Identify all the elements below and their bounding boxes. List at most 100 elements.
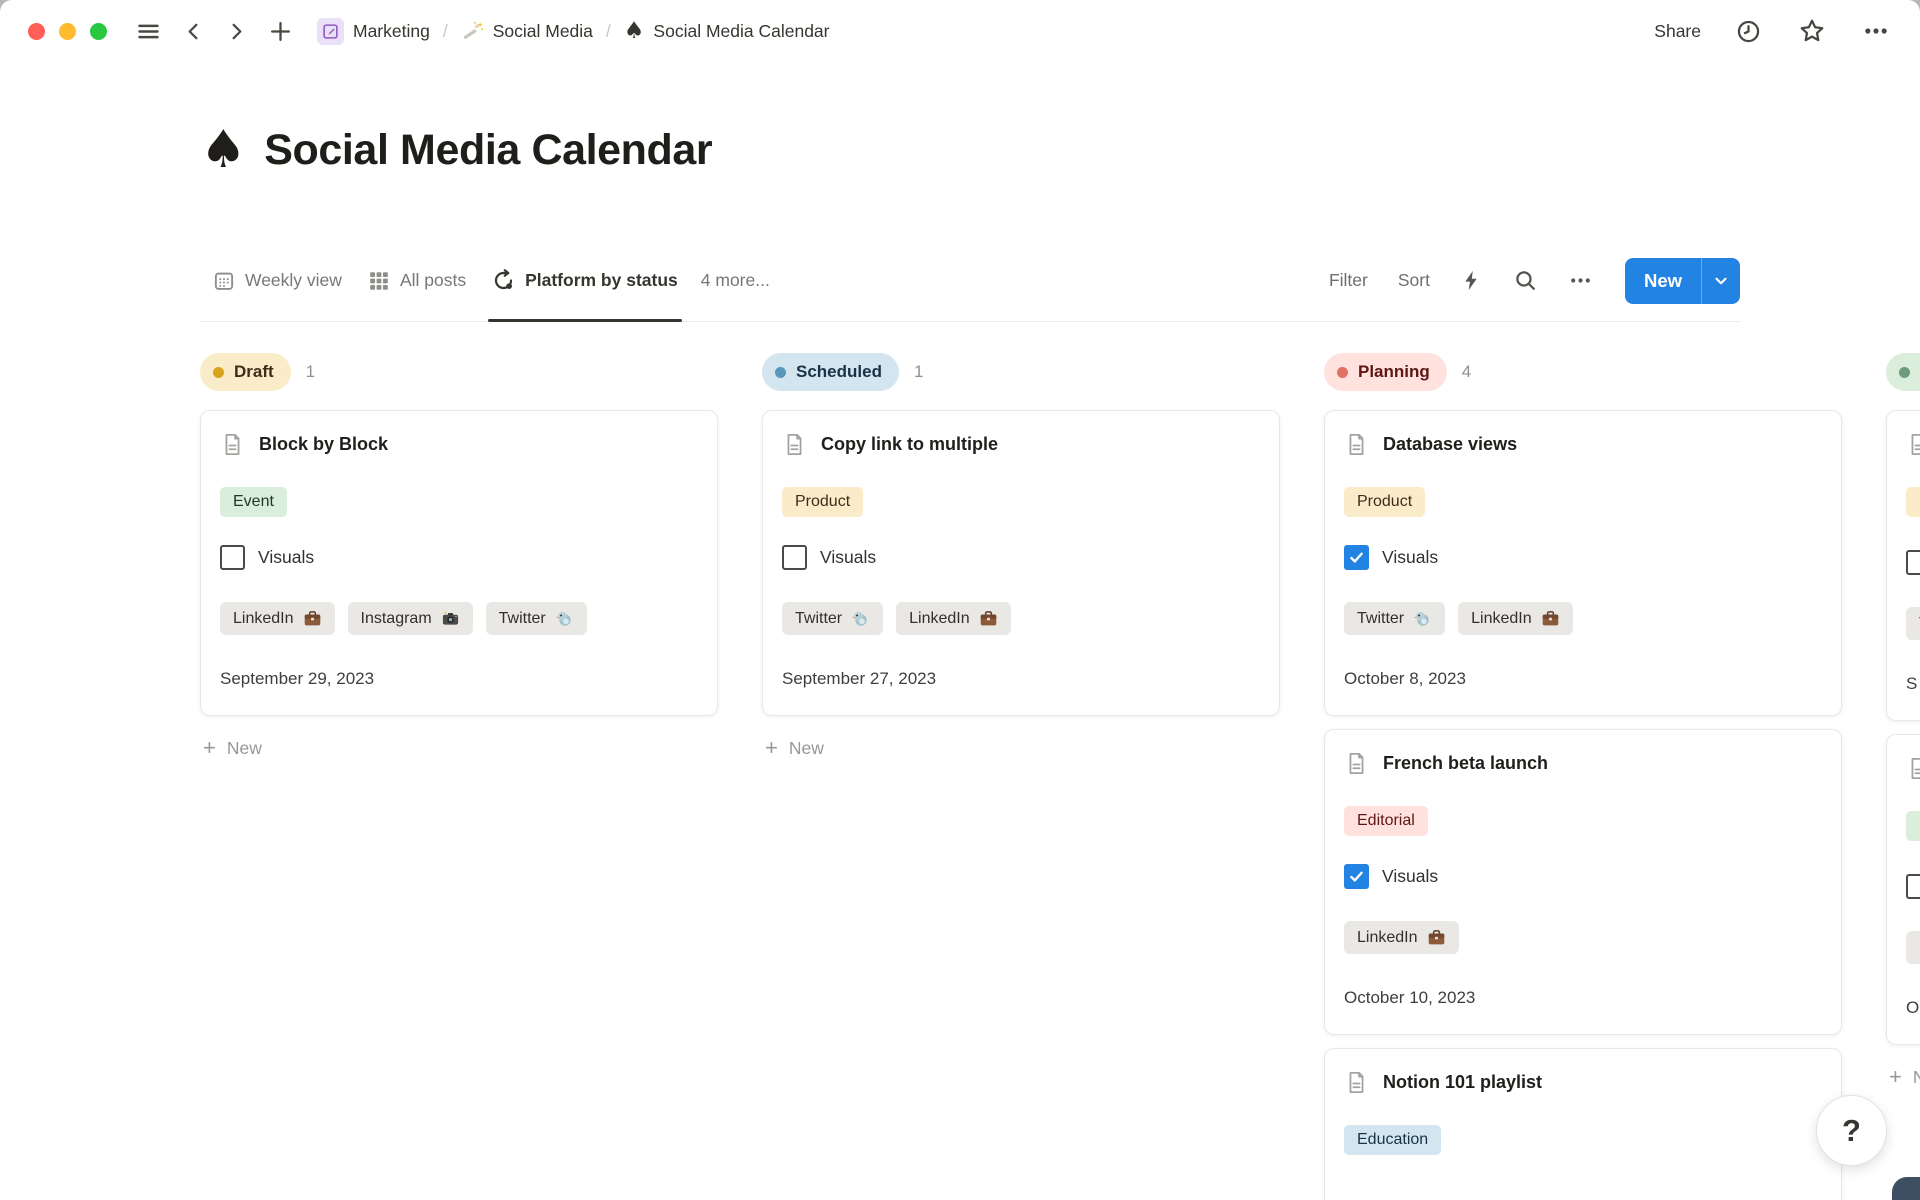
card-untitled[interactable]: TS [1886, 410, 1920, 721]
new-page-button[interactable] [266, 17, 295, 46]
column-count: 1 [306, 362, 315, 382]
plus-icon: + [203, 737, 216, 759]
briefcase-icon [1427, 928, 1446, 947]
updates-button[interactable] [1733, 16, 1764, 47]
category-tag: Product [1344, 487, 1425, 517]
briefcase-icon [303, 609, 322, 628]
tab-label: Weekly view [245, 270, 342, 291]
visuals-property [1906, 874, 1920, 899]
category-tag: Education [1344, 1125, 1441, 1155]
status-badge[interactable]: Planning [1324, 353, 1447, 391]
views-row: Weekly view All posts Platform by status… [200, 240, 1740, 322]
card-french-beta-launch[interactable]: French beta launchEditorialVisualsLinked… [1324, 729, 1842, 1035]
breadcrumb-item-marketing[interactable]: Marketing [317, 18, 430, 45]
page-options-button[interactable] [1860, 15, 1892, 47]
forward-button[interactable] [223, 18, 250, 45]
card-copy-link-to-multiple[interactable]: Copy link to multiple Product Visuals Twitt… [762, 410, 1280, 716]
minimize-window-button[interactable] [59, 23, 76, 40]
breadcrumb-label: Social Media [493, 21, 593, 42]
tab-all-posts[interactable]: All posts [355, 240, 479, 321]
breadcrumb-separator: / [603, 21, 614, 42]
checkbox-unchecked[interactable] [220, 545, 245, 570]
column-header: Scheduled 1 [762, 353, 1280, 391]
column-count: 1 [914, 362, 923, 382]
view-options-button[interactable] [1568, 268, 1593, 293]
search-button[interactable] [1513, 268, 1538, 293]
status-badge[interactable]: Draft [200, 353, 291, 391]
close-window-button[interactable] [28, 23, 45, 40]
more-views-button[interactable]: 4 more... [701, 270, 770, 291]
page-doc-icon [782, 432, 807, 457]
checkbox-unchecked[interactable] [782, 545, 807, 570]
platform-tag-t: T [1906, 607, 1920, 640]
view-tabs: Weekly view All posts Platform by status [200, 240, 691, 321]
status-dot-icon [775, 367, 786, 378]
bird-icon [555, 609, 574, 628]
card-database-views[interactable]: Database views Product Visuals Twitter Linke… [1324, 410, 1842, 716]
add-card-button[interactable]: +New [762, 729, 1280, 767]
bird-icon [1413, 609, 1432, 628]
favorite-button[interactable] [1796, 15, 1828, 47]
platform-tag-twitter: Twitter [1344, 602, 1445, 635]
new-options-button[interactable] [1702, 258, 1740, 304]
checkbox-checked[interactable] [1344, 864, 1369, 889]
help-button[interactable]: ? [1816, 1095, 1887, 1166]
card-title: Database views [1344, 431, 1822, 457]
chevron-down-icon [1712, 272, 1730, 290]
card-title-text: Database views [1383, 434, 1517, 455]
card-title: Notion 101 playlist [1344, 1069, 1822, 1095]
share-button[interactable]: Share [1654, 21, 1701, 42]
spade-icon: ♠ [624, 20, 645, 43]
page-title[interactable]: ♠ Social Media Calendar [200, 118, 1740, 182]
category-tag: Product [782, 487, 863, 517]
automations-button[interactable] [1460, 269, 1483, 292]
visuals-property: Visuals [1344, 545, 1822, 570]
category-tag: Event [220, 487, 287, 517]
zoom-window-button[interactable] [90, 23, 107, 40]
add-card-button[interactable]: +New [200, 729, 718, 767]
platform-label: LinkedIn [1471, 610, 1532, 628]
checkbox-label: Visuals [820, 547, 876, 568]
sort-button[interactable]: Sort [1398, 270, 1430, 291]
page-doc-icon [220, 432, 245, 457]
checkbox-unchecked[interactable] [1906, 550, 1920, 575]
checkbox-checked[interactable] [1344, 545, 1369, 570]
add-card-button[interactable]: +New [1886, 1058, 1920, 1096]
chevron-right-icon [225, 20, 248, 43]
platform-tag-unknown [1906, 931, 1920, 964]
column-header: Planning4 [1324, 353, 1842, 391]
platform-tags: LinkedIn [1344, 921, 1822, 954]
breadcrumb-item-social-media-calendar[interactable]: ♠ Social Media Calendar [624, 20, 830, 43]
checkbox-unchecked[interactable] [1906, 874, 1920, 899]
tab-platform-by-status[interactable]: Platform by status [479, 240, 691, 321]
board-column-4: TSO +New [1886, 353, 1920, 1096]
filter-button[interactable]: Filter [1329, 270, 1368, 291]
camera-icon [441, 609, 460, 628]
back-button[interactable] [180, 18, 207, 45]
card-title [1906, 755, 1920, 781]
visuals-property [1906, 550, 1920, 575]
column-header: Draft 1 [200, 353, 718, 391]
card-title: French beta launch [1344, 750, 1822, 776]
status-badge[interactable]: Scheduled [762, 353, 899, 391]
tab-weekly-view[interactable]: Weekly view [200, 240, 355, 321]
date-property: October 10, 2023 [1344, 988, 1822, 1008]
calendar-icon [213, 270, 235, 292]
platform-label: LinkedIn [1357, 929, 1418, 947]
sidebar-menu-button[interactable] [133, 16, 164, 47]
spade-page-icon[interactable]: ♠ [200, 124, 246, 176]
card-notion-101-playlist[interactable]: Notion 101 playlist Education [1324, 1048, 1842, 1200]
card-title: Copy link to multiple [782, 431, 1260, 457]
category-tag [1906, 811, 1920, 841]
board-column-scheduled: Scheduled 1 Copy link to multiple Product Vi… [762, 353, 1280, 767]
platform-tags: TwitterLinkedIn [782, 602, 1260, 635]
traffic-lights [28, 23, 107, 40]
tab-label: Platform by status [525, 270, 678, 291]
template-icon [317, 18, 344, 45]
card-untitled[interactable]: O [1886, 734, 1920, 1045]
status-badge[interactable] [1886, 353, 1920, 391]
breadcrumb-item-social-media[interactable]: Social Media [461, 20, 593, 43]
new-button[interactable]: New [1625, 258, 1701, 304]
card-block-by-block[interactable]: Block by BlockEventVisualsLinkedInInstag… [200, 410, 718, 716]
search-icon [1513, 268, 1538, 293]
